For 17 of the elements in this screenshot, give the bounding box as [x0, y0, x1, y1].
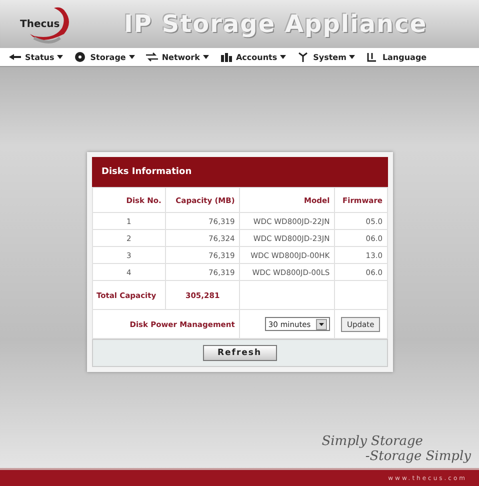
- menu-item[interactable]: Status: [8, 51, 64, 63]
- menu-item[interactable]: System: [296, 51, 356, 63]
- caret-icon: [318, 322, 324, 326]
- bars-icon: [218, 51, 233, 63]
- menu-item[interactable]: Storage: [73, 51, 135, 63]
- menu-item[interactable]: Network: [144, 51, 209, 63]
- menu-item[interactable]: Accounts: [218, 51, 286, 63]
- slogan-text: -Storage Simply: [365, 449, 471, 464]
- slogan-text: Simply Storage: [322, 434, 423, 449]
- arrow-icon: [8, 51, 22, 63]
- logo-text: Thecus: [20, 18, 60, 30]
- disc-icon: [73, 51, 88, 63]
- refresh-button[interactable]: Refresh: [202, 345, 276, 361]
- panel-title: Disks Information: [92, 157, 388, 187]
- swap-arrows-icon: [144, 51, 159, 63]
- menu-item[interactable]: Language: [365, 51, 427, 63]
- app-title: IP Storage Appliance: [124, 10, 428, 38]
